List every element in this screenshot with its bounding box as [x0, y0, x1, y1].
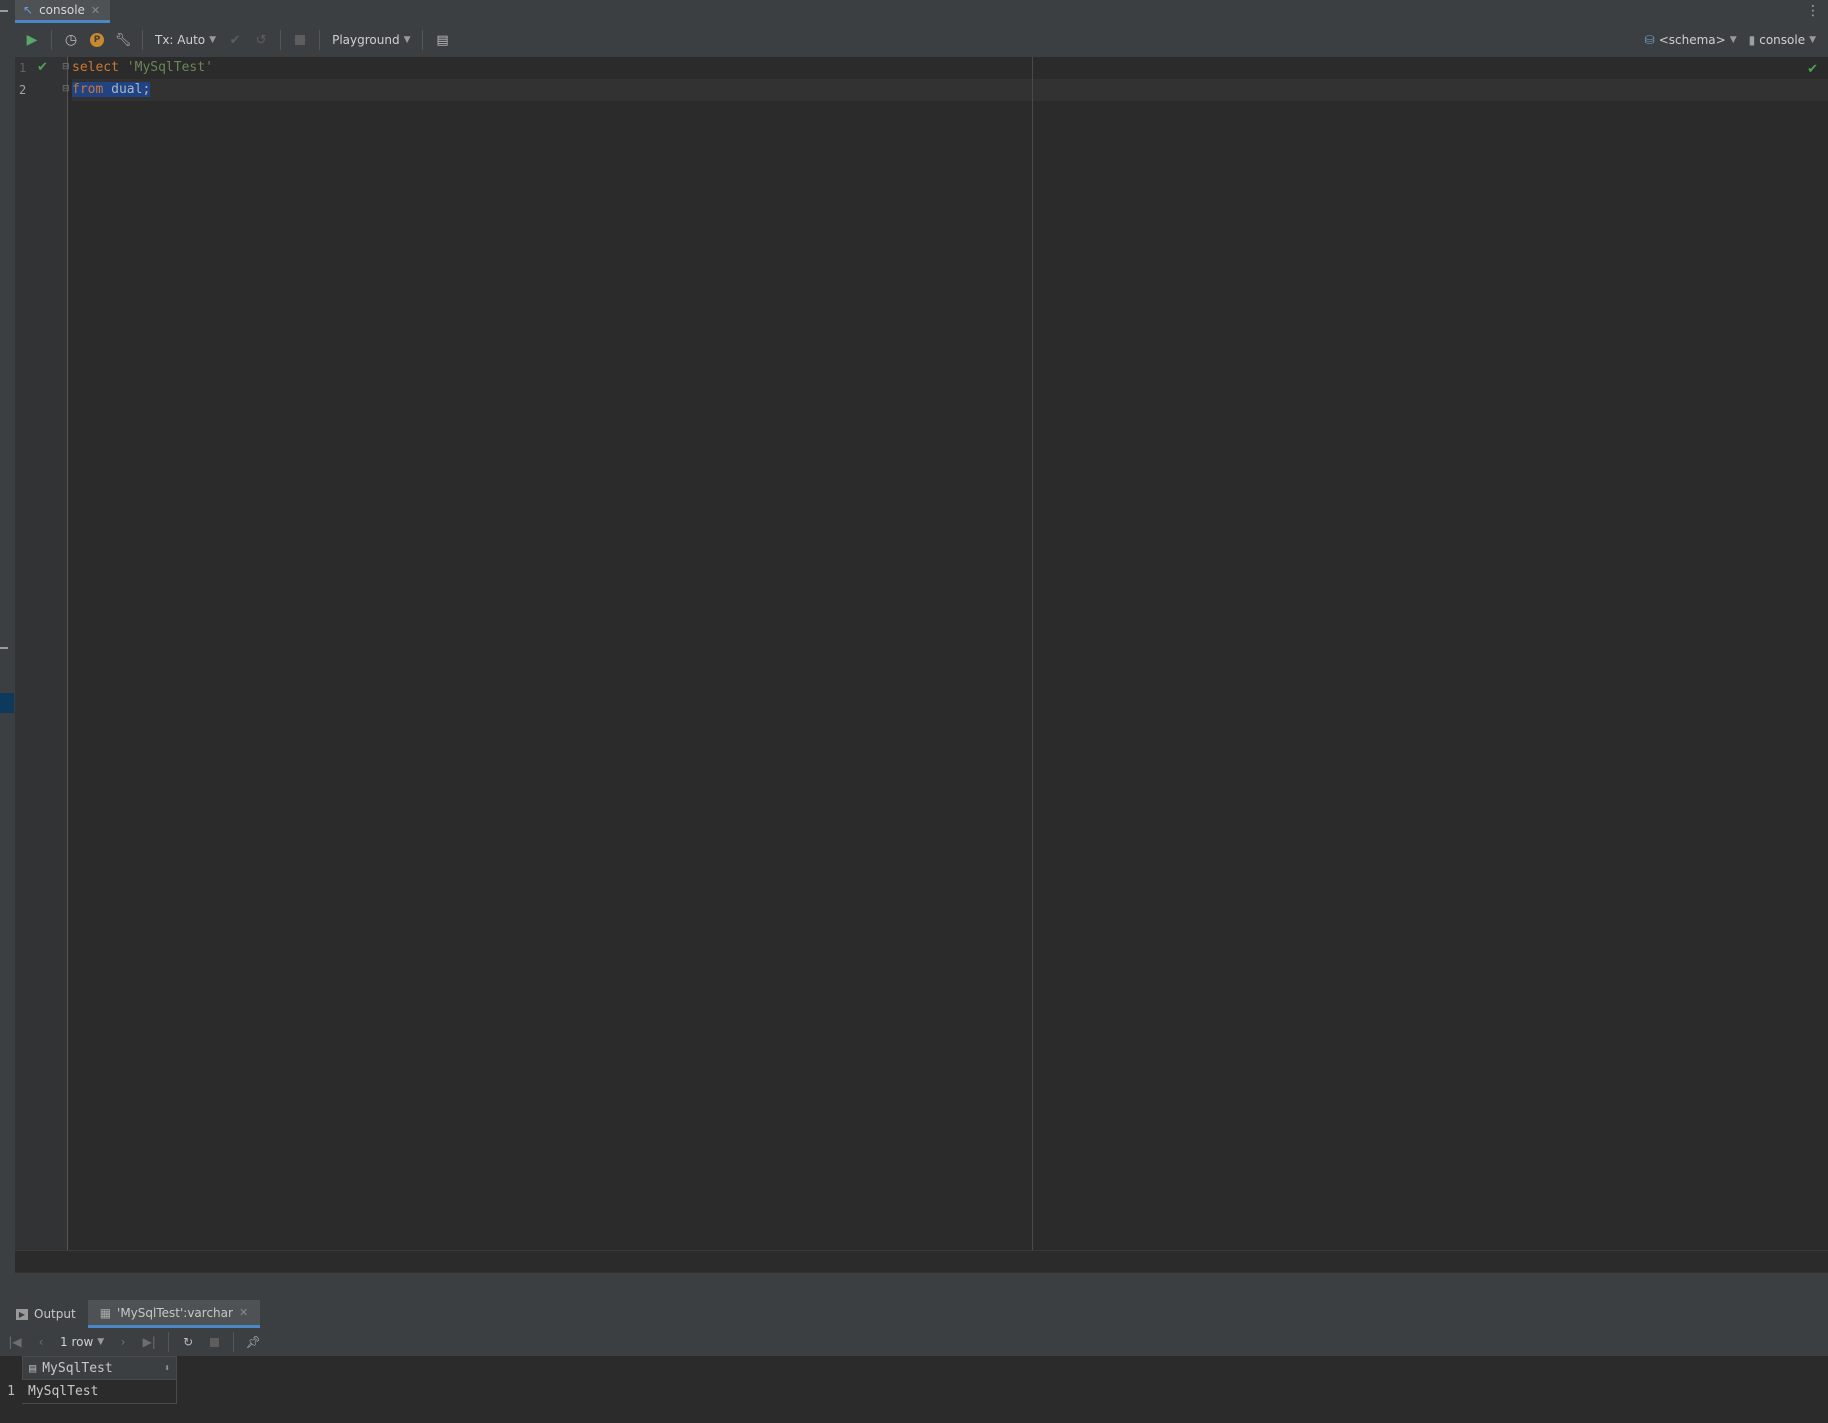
last-page-icon[interactable]: ▶| [136, 1330, 162, 1354]
tab-console[interactable]: ↖ console ✕ [15, 0, 111, 23]
minimize-icon[interactable] [0, 647, 8, 649]
left-tool-strip [0, 0, 16, 1423]
divider [280, 30, 282, 50]
refresh-icon[interactable]: ↻ [175, 1330, 201, 1354]
playground-label: Playground [332, 33, 400, 47]
fold-end-icon[interactable]: ⊟ [62, 84, 70, 94]
tab-label: console [39, 3, 85, 17]
column-header[interactable]: ▤ MySqlTest ⬍ [22, 1356, 177, 1380]
stop-icon [295, 35, 306, 45]
divider [422, 30, 424, 50]
close-icon[interactable]: ✕ [91, 4, 100, 17]
clock-icon: ◷ [64, 32, 78, 48]
divider [233, 1332, 235, 1352]
schema-dropdown[interactable]: ⛁ <schema> ▼ [1639, 27, 1743, 53]
transaction-mode-dropdown[interactable]: Tx: Auto ▼ [149, 27, 222, 53]
horizontal-scrollbar[interactable] [15, 1250, 1828, 1263]
play-icon: ▶ [26, 32, 38, 48]
chevron-down-icon: ▼ [1729, 35, 1737, 45]
row-count-dropdown[interactable]: 1 row ▼ [54, 1330, 110, 1354]
sql-keyword: select [72, 60, 119, 75]
history-button[interactable]: ◷ [58, 27, 84, 53]
output-layout-button[interactable]: ▤ [429, 27, 455, 53]
line-number: 1 [19, 61, 27, 75]
tab-result-label: 'MySqlTest':varchar [117, 1305, 233, 1320]
pin-icon[interactable]: 📌︎ [240, 1330, 266, 1354]
code-line-2: from dual; [72, 79, 1828, 101]
previous-page-icon[interactable]: ‹ [28, 1330, 54, 1354]
row-count-label: 1 row [60, 1335, 94, 1349]
panel-splitter[interactable] [15, 1272, 1828, 1301]
chevron-down-icon: ▼ [403, 35, 411, 45]
table-cell[interactable]: MySqlTest [22, 1380, 177, 1404]
minimize-icon[interactable] [0, 10, 8, 12]
undo-icon: ↺ [255, 32, 267, 48]
line-number: 2 [19, 83, 27, 97]
sql-keyword: from [72, 82, 104, 97]
console-icon: ↖ [23, 3, 34, 17]
fold-icon[interactable]: ⊟ [62, 62, 70, 72]
more-options-icon[interactable]: ⋮ [1806, 3, 1820, 19]
rollback-button[interactable]: ↺ [248, 27, 274, 53]
commit-button[interactable]: ✔ [222, 27, 248, 53]
execution-success-icon: ✔ [37, 60, 48, 75]
stop-icon[interactable] [201, 1330, 227, 1354]
sql-string: 'MySqlTest' [126, 60, 213, 75]
chevron-down-icon: ▼ [209, 35, 217, 45]
schema-icon: ⛁ [1644, 33, 1655, 47]
results-grid: ▤ MySqlTest ⬍ 1 MySqlTest [0, 1356, 1828, 1423]
table-layout-icon: ▤ [436, 32, 449, 48]
parameters-button[interactable]: P [84, 27, 110, 53]
column-icon: ▤ [29, 1361, 37, 1375]
session-icon: ▮ [1748, 33, 1756, 47]
chevron-down-icon: ▼ [97, 1337, 105, 1347]
results-toolbar: |◀ ‹ 1 row ▼ › ▶| ↻ 📌︎ [0, 1328, 1828, 1357]
wrench-icon: 🔧︎ [114, 32, 132, 48]
terminal-icon: ▶ [16, 1308, 28, 1320]
sql-editor[interactable]: 1 2 ✔ ⊟ ⊟ select 'MySqlTest' from dual; … [15, 57, 1828, 1250]
sort-icon[interactable]: ⬍ [164, 1363, 170, 1374]
tx-label: Tx: Auto [155, 33, 206, 47]
first-page-icon[interactable]: |◀ [2, 1330, 28, 1354]
strip-marker [0, 693, 14, 713]
results-tab-bar: ▶ Output ▦ 'MySqlTest':varchar ✕ [0, 1300, 1828, 1329]
editor-tab-bar: ↖ console ✕ ⋮ [15, 0, 1828, 24]
execute-button[interactable]: ▶ [19, 27, 45, 53]
divider [319, 30, 321, 50]
session-dropdown[interactable]: ▮ console ▼ [1743, 27, 1822, 53]
tab-result[interactable]: ▦ 'MySqlTest':varchar ✕ [87, 1300, 261, 1328]
table-icon: ▦ [99, 1305, 112, 1320]
parameter-icon: P [90, 33, 104, 47]
next-page-icon[interactable]: › [110, 1330, 136, 1354]
row-number: 1 [7, 1384, 15, 1399]
check-icon: ✔ [229, 32, 241, 48]
chevron-down-icon: ▼ [1809, 35, 1816, 45]
schema-label: <schema> [1658, 33, 1726, 47]
tab-output-label: Output [34, 1307, 76, 1321]
stop-button[interactable] [287, 27, 313, 53]
code-line-1: select 'MySqlTest' [72, 57, 1828, 79]
session-label: console [1759, 33, 1806, 47]
divider [51, 30, 52, 50]
settings-button[interactable]: 🔧︎ [110, 27, 136, 53]
divider [142, 30, 143, 50]
right-margin-guide [1032, 57, 1033, 1250]
playground-dropdown[interactable]: Playground ▼ [326, 27, 416, 53]
editor-gutter: 1 2 ✔ ⊟ ⊟ [15, 57, 70, 1250]
close-icon[interactable]: ✕ [239, 1306, 248, 1319]
inspection-ok-icon[interactable]: ✔ [1807, 62, 1818, 77]
console-toolbar: ▶ ◷ P 🔧︎ Tx: Auto ▼ ✔ ↺ Playground ▼ ▤ ⛁… [15, 23, 1828, 58]
column-header-label: MySqlTest [42, 1360, 113, 1376]
divider [168, 1332, 170, 1352]
sql-identifier: dual; [111, 82, 151, 97]
tab-output[interactable]: ▶ Output [4, 1300, 88, 1328]
